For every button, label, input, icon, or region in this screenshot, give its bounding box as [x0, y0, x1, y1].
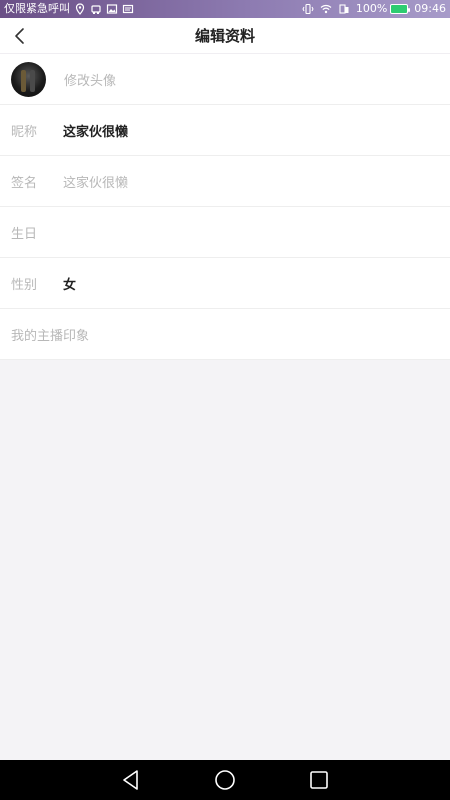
back-button[interactable] — [6, 22, 34, 50]
status-right: 100% 09:46 — [302, 0, 446, 18]
birthday-label: 生日 — [11, 226, 38, 242]
host-impression-label: 我的主播印象 — [11, 328, 90, 344]
chevron-left-icon — [15, 28, 24, 44]
host-impression-row[interactable]: 我的主播印象 — [0, 309, 450, 360]
system-navigation-bar — [0, 760, 450, 800]
gender-row[interactable]: 性别 女 — [0, 258, 450, 309]
status-bar: 仅限紧急呼叫 100% 09:46 — [0, 0, 450, 18]
nav-back-button[interactable] — [119, 768, 143, 792]
clock: 09:46 — [414, 2, 446, 15]
page-title: 编辑资料 — [194, 27, 255, 45]
nav-recents-button[interactable] — [307, 768, 331, 792]
nickname-row[interactable]: 昵称 这家伙很懒 — [0, 105, 450, 156]
wifi-icon — [320, 4, 332, 14]
battery-indicator: 100% — [355, 0, 411, 18]
vibrate-icon — [302, 3, 314, 15]
sim-icon — [339, 4, 349, 14]
nickname-label: 昵称 — [11, 124, 38, 140]
avatar-image-detail — [30, 69, 35, 92]
status-left: 仅限紧急呼叫 — [4, 0, 134, 18]
home-circle-icon — [215, 770, 235, 790]
profile-edit-list: 修改头像 昵称 这家伙很懒 签名 这家伙很懒 生日 性别 女 我的主播印象 — [0, 54, 450, 360]
nickname-value: 这家伙很懒 — [63, 124, 129, 140]
birthday-row[interactable]: 生日 — [0, 207, 450, 258]
signature-value: 这家伙很懒 — [63, 175, 129, 191]
gender-value: 女 — [63, 277, 77, 293]
avatar[interactable] — [11, 61, 46, 97]
avatar-image-detail — [21, 69, 26, 92]
carrier-text: 仅限紧急呼叫 — [4, 2, 70, 15]
battery-percent: 100% — [355, 2, 388, 15]
change-avatar-label: 修改头像 — [64, 73, 117, 89]
recents-square-icon — [310, 771, 328, 789]
message-icon — [122, 4, 134, 14]
avatar-row[interactable]: 修改头像 — [0, 54, 450, 105]
location-icon — [75, 3, 85, 15]
image-icon — [106, 4, 118, 14]
nav-home-button[interactable] — [213, 768, 237, 792]
battery-icon — [390, 4, 411, 14]
gender-label: 性别 — [11, 277, 38, 293]
title-bar: 编辑资料 — [0, 18, 450, 54]
signature-row[interactable]: 签名 这家伙很懒 — [0, 156, 450, 207]
signature-label: 签名 — [11, 175, 38, 191]
car-icon — [91, 5, 101, 14]
back-triangle-icon — [123, 770, 138, 790]
